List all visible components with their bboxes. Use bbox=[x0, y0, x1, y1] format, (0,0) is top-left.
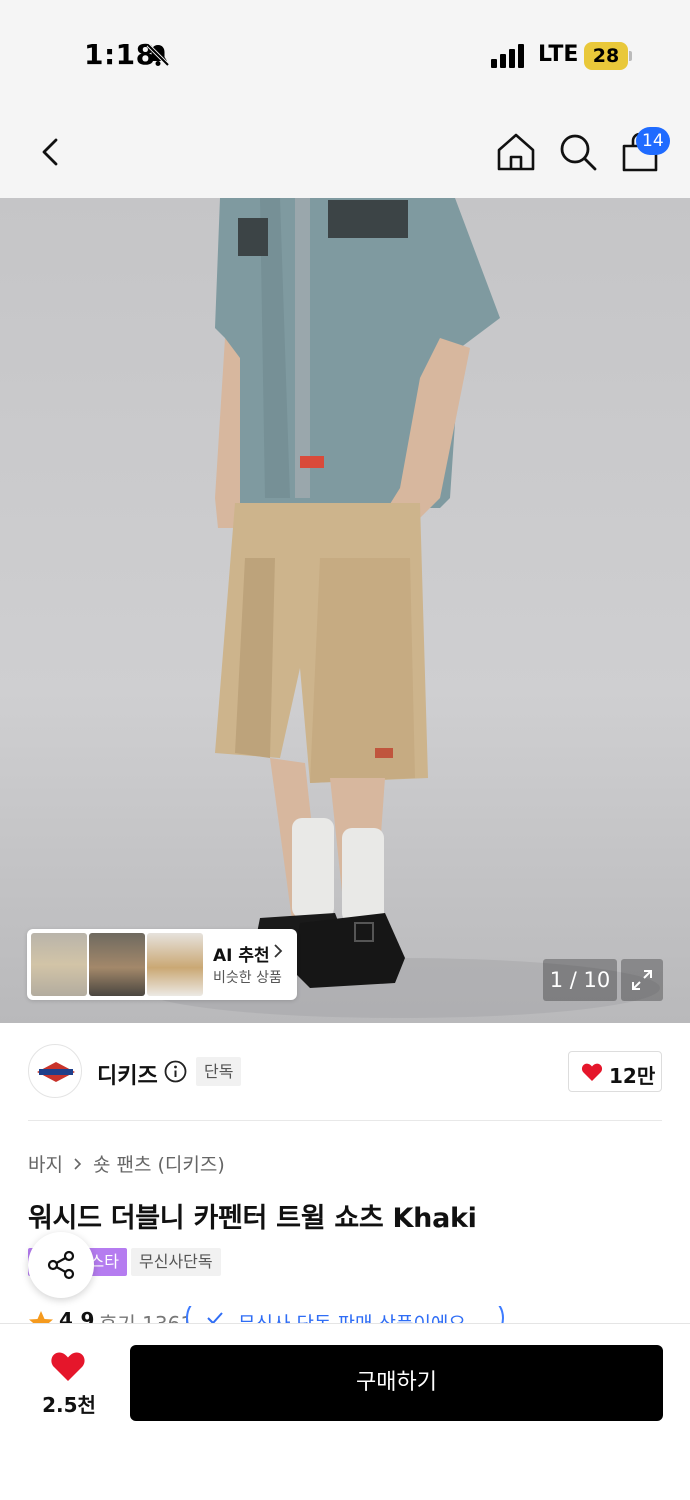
wish-count: 2.5천 bbox=[42, 1393, 96, 1417]
breadcrumb: 바지 숏 팬츠 (디키즈) bbox=[28, 1150, 225, 1177]
bell-slash-icon bbox=[146, 43, 170, 67]
battery-indicator: 28 bbox=[584, 42, 632, 70]
expand-image-button[interactable] bbox=[621, 959, 663, 1001]
home-icon[interactable] bbox=[494, 130, 538, 174]
product-title: 워시드 더블니 카펜터 트윌 쇼츠 Khaki bbox=[28, 1203, 477, 1234]
back-icon[interactable] bbox=[30, 130, 74, 174]
status-bar: 1:18 LTE 28 bbox=[0, 0, 690, 100]
share-button[interactable] bbox=[28, 1232, 94, 1298]
dickies-logo bbox=[37, 1062, 75, 1082]
divider bbox=[28, 1120, 662, 1121]
ai-thumb-2[interactable] bbox=[89, 933, 145, 996]
brand-logo[interactable] bbox=[28, 1044, 82, 1098]
breadcrumb-category[interactable]: 바지 bbox=[28, 1150, 63, 1177]
top-nav bbox=[0, 100, 690, 198]
image-pager: 1 / 10 bbox=[543, 959, 617, 1001]
ai-thumb-1[interactable] bbox=[31, 933, 87, 996]
network-label: LTE bbox=[538, 42, 579, 67]
breadcrumb-subcategory[interactable]: 숏 팬츠 (디키즈) bbox=[93, 1150, 225, 1177]
cart-count-badge: 14 bbox=[636, 127, 670, 155]
battery-level: 28 bbox=[592, 45, 620, 67]
brand-name[interactable]: 디키즈 bbox=[97, 1058, 158, 1090]
signal-icon bbox=[491, 44, 524, 68]
ai-thumb-3[interactable] bbox=[147, 933, 203, 996]
info-icon[interactable] bbox=[164, 1060, 187, 1083]
buy-button[interactable]: 구매하기 bbox=[130, 1345, 663, 1421]
chevron-right-icon bbox=[74, 1157, 82, 1170]
heart-icon bbox=[581, 1063, 603, 1081]
heart-icon[interactable] bbox=[50, 1350, 86, 1382]
chevron-right-icon bbox=[274, 944, 283, 958]
exclusive-badge: 단독 bbox=[196, 1057, 242, 1086]
expand-icon bbox=[632, 970, 652, 990]
product-image-gallery[interactable]: AI 추천 비슷한 상품 1 / 10 bbox=[0, 198, 690, 1023]
ai-recommend-subtitle: 비슷한 상품 bbox=[213, 970, 282, 986]
product-photo bbox=[140, 198, 660, 1018]
musinsa-exclusive-tag: 무신사단독 bbox=[131, 1248, 221, 1276]
search-icon[interactable] bbox=[556, 130, 600, 174]
brand-like-button[interactable]: 12만 bbox=[568, 1051, 662, 1092]
brand-like-count: 12만 bbox=[609, 1064, 656, 1088]
ai-recommend-title: AI 추천 bbox=[213, 946, 270, 966]
ai-recommend-card[interactable]: AI 추천 비슷한 상품 bbox=[27, 929, 297, 1000]
share-icon bbox=[47, 1250, 75, 1280]
